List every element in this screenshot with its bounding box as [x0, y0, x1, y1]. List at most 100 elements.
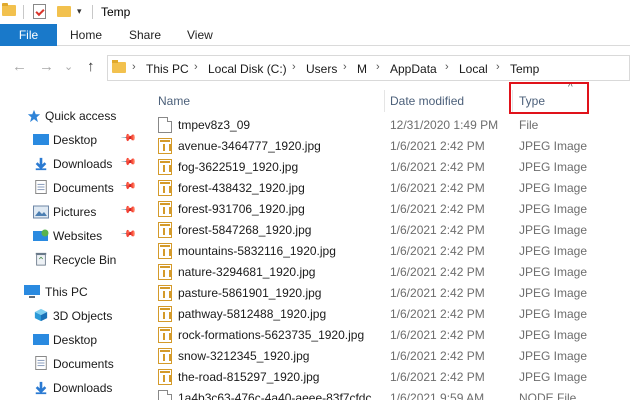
nav-label: Pictures [53, 205, 97, 219]
breadcrumb-separator[interactable]: › [194, 61, 198, 73]
breadcrumb-m[interactable]: M [357, 62, 367, 76]
breadcrumb-temp[interactable]: Temp [510, 62, 539, 76]
nav-item-documents-pc[interactable]: Documents [0, 353, 145, 375]
file-name: tmpev8z3_09 [178, 118, 251, 132]
file-row[interactable]: fog-3622519_1920.jpg 1/6/2021 2:42 PM JPEG… [150, 156, 630, 178]
navigation-pane: Quick access Desktop 📌 Downloads 📌 Docum… [0, 90, 145, 400]
nav-label: Desktop [53, 333, 98, 347]
nav-item-desktop[interactable]: Desktop 📌 [0, 129, 145, 151]
breadcrumb-separator[interactable]: › [292, 61, 296, 73]
new-folder-icon[interactable] [57, 6, 71, 17]
breadcrumb-users[interactable]: Users [306, 62, 337, 76]
title-bar: ▾ Temp [0, 0, 630, 24]
file-row[interactable]: the-road-815297_1920.jpg 1/6/2021 2:42 PM… [150, 366, 630, 388]
file-type: JPEG Image [519, 160, 588, 174]
nav-label: 3D Objects [53, 309, 113, 323]
file-icon [158, 390, 172, 400]
nav-item-downloads[interactable]: Downloads 📌 [0, 153, 145, 175]
nav-label: Downloads [53, 157, 113, 171]
file-row[interactable]: tmpev8z3_09 12/31/2020 1:49 PM File [150, 114, 630, 136]
file-type: JPEG Image [519, 181, 588, 195]
file-row[interactable]: avenue-3464777_1920.jpg 1/6/2021 2:42 PM J… [150, 135, 630, 157]
column-date-modified[interactable]: Date modified [390, 94, 464, 108]
file-row[interactable]: 1a4b3c63-476c-4a40-aeee-83f7cfdc 1/6/2021… [150, 387, 630, 400]
breadcrumb-this-pc[interactable]: This PC [146, 62, 189, 76]
breadcrumb-separator[interactable]: › [343, 61, 347, 73]
nav-item-desktop-pc[interactable]: Desktop [0, 329, 145, 351]
nav-quick-access[interactable]: Quick access [0, 105, 145, 127]
file-row[interactable]: pasture-5861901_1920.jpg 1/6/2021 2:42 PM… [150, 282, 630, 304]
file-row[interactable]: forest-5847268_1920.jpg 1/6/2021 2:42 PM J… [150, 219, 630, 241]
breadcrumb-separator[interactable]: › [376, 61, 380, 73]
file-row[interactable]: forest-438432_1920.jpg 1/6/2021 2:42 PM JP… [150, 177, 630, 199]
network-folder-icon [33, 229, 49, 241]
file-name: mountains-5832116_1920.jpg [178, 244, 336, 258]
nav-item-documents[interactable]: Documents 📌 [0, 177, 145, 199]
breadcrumb-separator[interactable]: › [132, 61, 136, 73]
file-type: JPEG Image [519, 370, 588, 384]
folder-icon[interactable] [2, 3, 16, 16]
breadcrumb-separator[interactable]: › [496, 61, 500, 73]
file-date-modified: 1/6/2021 2:42 PM [390, 160, 485, 174]
file-name: 1a4b3c63-476c-4a40-aeee-83f7cfdc [178, 391, 372, 400]
ribbon-tabs: File Home Share View [0, 24, 630, 46]
file-type: JPEG Image [519, 223, 588, 237]
tab-share[interactable]: Share [129, 24, 161, 46]
forward-button[interactable]: → [39, 58, 54, 75]
breadcrumb-appdata[interactable]: AppData [390, 62, 437, 76]
pin-icon[interactable]: 📌 [120, 226, 137, 243]
file-type: JPEG Image [519, 244, 588, 258]
jpeg-image-icon [158, 222, 172, 238]
nav-this-pc[interactable]: This PC [0, 281, 145, 303]
file-row[interactable]: forest-931706_1920.jpg 1/6/2021 2:42 PM JP… [150, 198, 630, 220]
nav-item-3d-objects[interactable]: 3D Objects [0, 305, 145, 327]
file-date-modified: 1/6/2021 2:42 PM [390, 370, 485, 384]
tab-file[interactable]: File [0, 24, 57, 46]
address-bar[interactable]: › This PC › Local Disk (C:) › Users › M … [107, 55, 630, 81]
file-date-modified: 12/31/2020 1:49 PM [390, 118, 499, 132]
breadcrumb-local-disk[interactable]: Local Disk (C:) [208, 62, 287, 76]
jpeg-image-icon [158, 159, 172, 175]
file-date-modified: 1/6/2021 2:42 PM [390, 202, 485, 216]
file-name: pathway-5812488_1920.jpg [178, 307, 327, 321]
nav-label: Desktop [53, 133, 98, 147]
back-button[interactable]: ← [12, 58, 27, 75]
file-type: JPEG Image [519, 328, 588, 342]
breadcrumb-local[interactable]: Local [459, 62, 488, 76]
column-divider[interactable] [384, 90, 385, 112]
recent-locations-button[interactable]: ⌄ [64, 60, 73, 73]
nav-item-recycle-bin[interactable]: Recycle Bin [0, 249, 145, 271]
customize-toolbar-dropdown-icon[interactable]: ▾ [77, 6, 82, 17]
tab-view[interactable]: View [187, 24, 213, 46]
nav-item-downloads-pc[interactable]: Downloads [0, 377, 145, 399]
tab-home[interactable]: Home [70, 24, 102, 46]
file-row[interactable]: mountains-5832116_1920.jpg 1/6/2021 2:42 … [150, 240, 630, 262]
file-type: JPEG Image [519, 349, 588, 363]
breadcrumb-separator[interactable]: › [445, 61, 449, 73]
jpeg-image-icon [158, 327, 172, 343]
file-type: File [519, 118, 539, 132]
nav-item-pictures[interactable]: Pictures 📌 [0, 201, 145, 223]
file-name: pasture-5861901_1920.jpg [178, 286, 322, 300]
file-date-modified: 1/6/2021 2:42 PM [390, 139, 485, 153]
column-name[interactable]: Name [158, 94, 190, 108]
nav-item-websites[interactable]: Websites 📌 [0, 225, 145, 247]
navigation-bar: ← → ⌄ ↑ › This PC › Local Disk (C:) › Us… [0, 52, 630, 82]
file-date-modified: 1/6/2021 2:42 PM [390, 223, 485, 237]
file-type: JPEG Image [519, 202, 588, 216]
properties-icon[interactable] [33, 4, 46, 19]
desktop-icon [33, 334, 49, 345]
pin-icon[interactable]: 📌 [120, 202, 137, 219]
file-row[interactable]: rock-formations-5623735_1920.jpg 1/6/2021… [150, 324, 630, 346]
desktop-icon [33, 134, 49, 145]
up-button[interactable]: ↑ [87, 58, 95, 75]
nav-label: Websites [53, 229, 103, 243]
pin-icon[interactable]: 📌 [120, 154, 137, 171]
download-arrow-icon [35, 157, 47, 171]
pin-icon[interactable]: 📌 [120, 178, 137, 195]
pin-icon[interactable]: 📌 [120, 130, 137, 147]
file-row[interactable]: snow-3212345_1920.jpg 1/6/2021 2:42 PM JPE… [150, 345, 630, 367]
window-title: Temp [101, 5, 131, 19]
file-row[interactable]: pathway-5812488_1920.jpg 1/6/2021 2:42 PM… [150, 303, 630, 325]
file-row[interactable]: nature-3294681_1920.jpg 1/6/2021 2:42 PM J… [150, 261, 630, 283]
